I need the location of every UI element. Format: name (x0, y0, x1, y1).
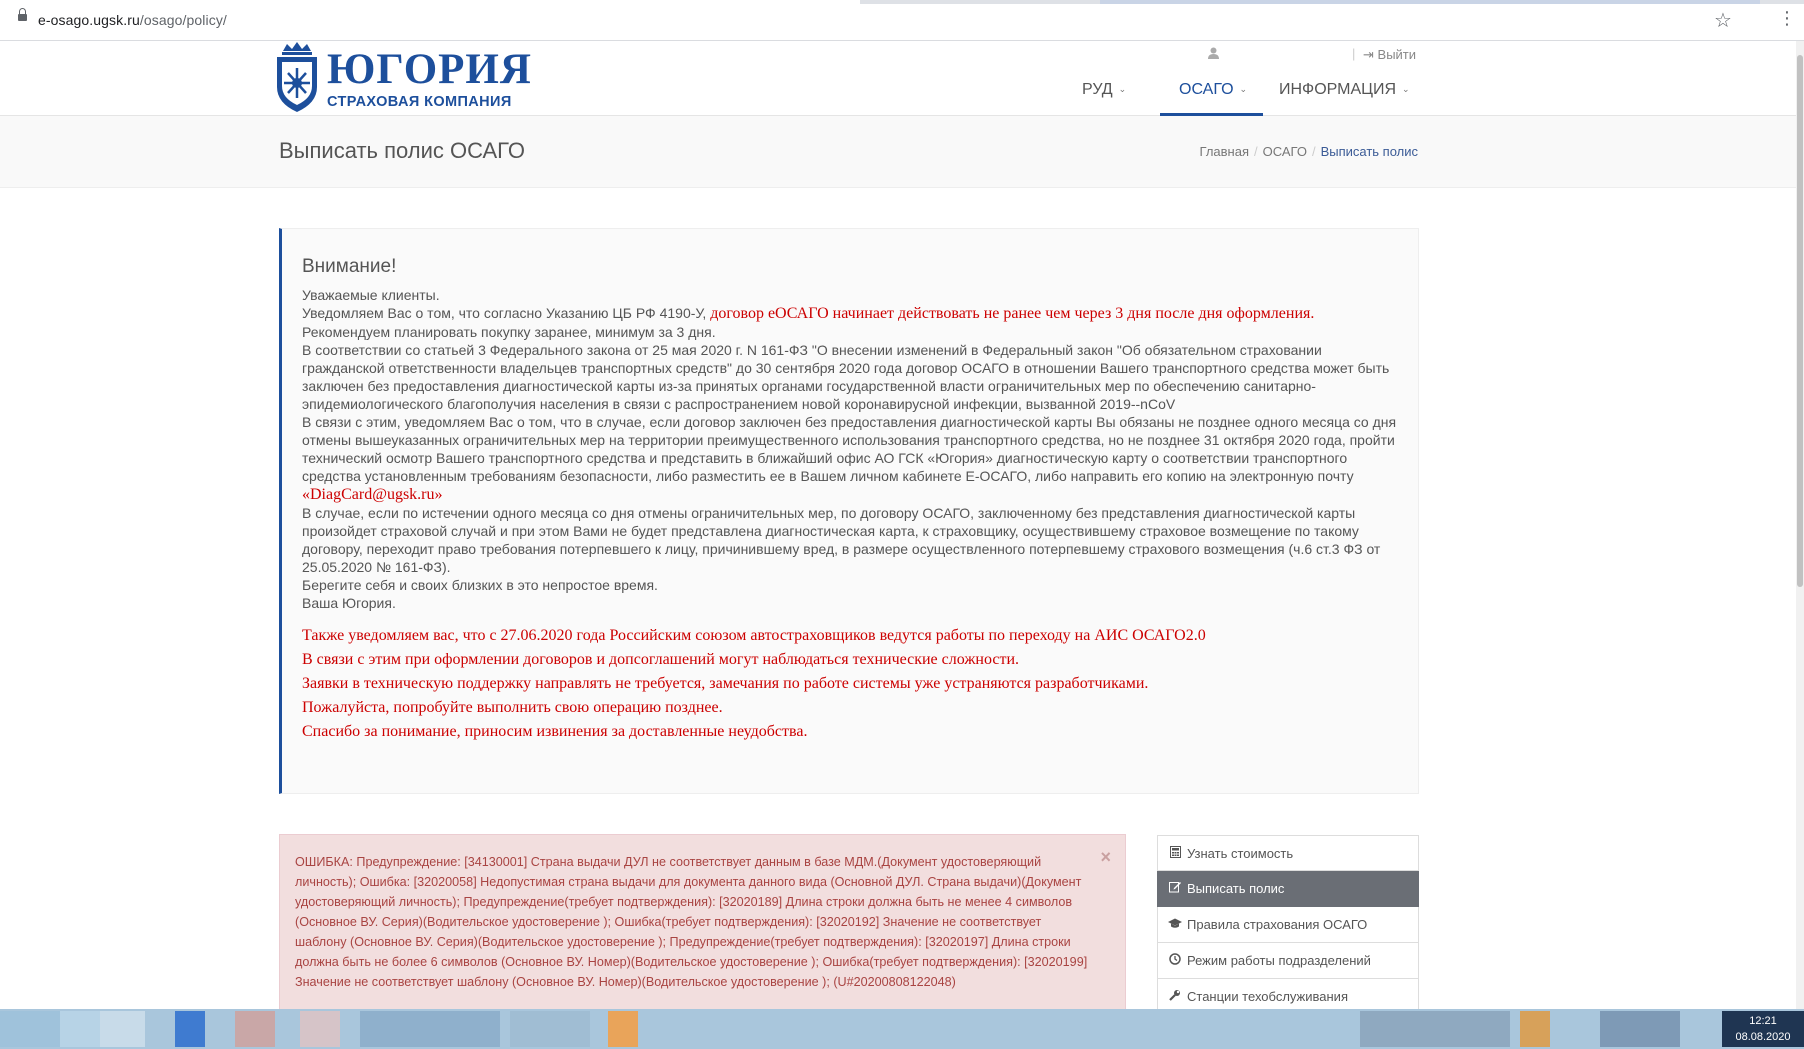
error-alert: ОШИБКА: Предупреждение: [34130001] Стран… (279, 834, 1126, 1014)
browser-address-bar: e-osago.ugsk.ru/osago/policy/ ☆ ⋮ (0, 0, 1804, 41)
url-path: /osago/policy/ (139, 12, 227, 28)
user-icon[interactable] (1208, 47, 1219, 59)
logout-button[interactable]: ⇥ Выйти (1363, 47, 1416, 63)
nav-item-osago[interactable]: ОСАГО ⌄ (1160, 69, 1264, 116)
side-menu: Узнать стоимость Выписать полис Правила … (1157, 835, 1419, 1015)
graduation-cap-icon (1168, 908, 1182, 943)
notice-red-line: Пожалуйста, попробуйте выполнить свою оп… (302, 699, 723, 716)
notice-line-1: Уведомляем Вас о том, что согласно Указа… (302, 304, 1402, 323)
edit-icon (1168, 872, 1182, 907)
clock-icon (1168, 944, 1182, 979)
brand-subtitle: СТРАХОВАЯ КОМПАНИЯ (327, 94, 512, 110)
notice-red-line: В связи с этим при оформлении договоров … (302, 651, 1020, 668)
notice-greeting: Уважаемые клиенты. (302, 287, 440, 303)
calculator-icon (1168, 837, 1182, 872)
close-icon[interactable]: × (1100, 847, 1111, 868)
url-field[interactable]: e-osago.ugsk.ru/osago/policy/ (38, 12, 227, 28)
sidemenu-item-issue-policy[interactable]: Выписать полис (1157, 871, 1419, 907)
nav-item-label: ИНФОРМАЦИЯ (1279, 81, 1397, 98)
notice-paragraph-3: В случае, если по истечении одного месяц… (302, 505, 1381, 575)
chevron-down-icon: ⌄ (1118, 84, 1127, 94)
notice-paragraph-1: В соответствии со статьей 3 Федерального… (302, 342, 1390, 412)
os-taskbar: 12:21 08.08.2020 (0, 1009, 1804, 1049)
sidemenu-item-calculate[interactable]: Узнать стоимость (1157, 835, 1419, 871)
breadcrumb-current: Выписать полис (1320, 144, 1418, 159)
taskbar-date: 08.08.2020 (1735, 1031, 1791, 1043)
taskbar-app[interactable] (1360, 1011, 1510, 1047)
logout-label: Выйти (1377, 47, 1417, 62)
sidemenu-item-label: Режим работы подразделений (1187, 953, 1371, 968)
sidemenu-item-label: Выписать полис (1187, 881, 1285, 896)
notice-heading: Внимание! (302, 256, 397, 277)
notice-red-line: Заявки в техническую поддержку направлят… (302, 675, 1149, 692)
page-scrollbar[interactable] (1796, 41, 1804, 1009)
taskbar-app[interactable] (100, 1011, 145, 1047)
notice-paragraph-4: Берегите себя и своих близких в это непр… (302, 577, 658, 593)
browser-menu-icon[interactable]: ⋮ (1778, 9, 1796, 27)
taskbar-app[interactable] (1520, 1011, 1550, 1047)
chevron-down-icon: ⌄ (1402, 84, 1410, 94)
taskbar-time: 12:21 (1749, 1015, 1777, 1027)
sidemenu-item-label: Станции техобслуживания (1187, 989, 1348, 1004)
lock-icon[interactable] (18, 8, 27, 21)
nav-item-label: ОСАГО (1179, 81, 1234, 98)
chevron-down-icon: ⌄ (1239, 84, 1248, 94)
taskbar-app[interactable] (60, 1011, 100, 1047)
site-logo[interactable]: ЮГОРИЯ СТРАХОВАЯ КОМПАНИЯ (272, 41, 532, 115)
error-message: ОШИБКА: Предупреждение: [34130001] Стран… (295, 855, 1088, 989)
breadcrumb-osago[interactable]: ОСАГО (1263, 144, 1307, 159)
breadcrumb: Главная / ОСАГО / Выписать полис (1200, 144, 1418, 159)
notice-red-block: Также уведомляем вас, что с 27.06.2020 г… (302, 624, 1402, 744)
notice-red-line: Также уведомляем вас, что с 27.06.2020 г… (302, 627, 1206, 644)
sidemenu-item-label: Правила страхования ОСАГО (1187, 917, 1368, 932)
page-title: Выписать полис ОСАГО (279, 138, 525, 163)
taskbar-app[interactable] (175, 1011, 205, 1047)
breadcrumb-home[interactable]: Главная (1200, 144, 1249, 159)
breadcrumb-separator: / (1254, 144, 1258, 159)
nav-item-rud[interactable]: РУД ⌄ (1082, 69, 1126, 113)
notice-paragraph-2: В связи с этим, уведомляем Вас о том, чт… (302, 413, 1402, 504)
browser-tab[interactable] (1100, 0, 1760, 4)
taskbar-app[interactable] (1600, 1011, 1680, 1047)
nav-item-label: РУД (1082, 81, 1113, 98)
shield-crown-icon (277, 42, 317, 112)
brand-name: ЮГОРИЯ (327, 46, 532, 93)
notice-paragraph-2-text: В связи с этим, уведомляем Вас о том, чт… (302, 414, 1397, 484)
page-title-bar: Выписать полис ОСАГО Главная / ОСАГО / Выпис… (0, 116, 1804, 188)
notice-line-1-text: Уведомляем Вас о том, что согласно Указа… (302, 305, 711, 321)
bookmark-star-icon[interactable]: ☆ (1714, 8, 1732, 33)
userbar-separator: | (1352, 46, 1356, 61)
notice-red-line: Спасибо за понимание, приносим извинения… (302, 723, 808, 740)
taskbar-app[interactable] (510, 1011, 590, 1047)
sidemenu-item-schedule[interactable]: Режим работы подразделений (1157, 943, 1419, 979)
notice-line-1-highlight: договор еОСАГО начинает действовать не р… (710, 305, 1315, 322)
taskbar-app[interactable] (300, 1011, 340, 1047)
sign-out-icon: ⇥ (1363, 47, 1374, 62)
nav-item-info[interactable]: ИНФОРМАЦИЯ ⌄ (1279, 69, 1410, 113)
sidemenu-item-label: Узнать стоимость (1187, 846, 1294, 861)
browser-tab-active[interactable] (0, 0, 860, 4)
taskbar-app[interactable] (360, 1011, 500, 1047)
breadcrumb-separator: / (1311, 144, 1316, 159)
taskbar-app[interactable] (235, 1011, 275, 1047)
taskbar-app[interactable] (0, 1011, 60, 1047)
url-host: e-osago.ugsk.ru (38, 12, 140, 28)
sidemenu-item-rules[interactable]: Правила страхования ОСАГО (1157, 907, 1419, 943)
notice-line-2: Рекомендуем планировать покупку заранее,… (302, 324, 716, 340)
notice-signature: Ваша Югория. (302, 595, 396, 611)
browser-tab-strip (0, 0, 1804, 4)
attention-notice: Внимание! Уважаемые клиенты. Уведомляем … (279, 228, 1419, 794)
site-header: ЮГОРИЯ СТРАХОВАЯ КОМПАНИЯ | ⇥ Выйти РУД ⌄… (0, 41, 1804, 116)
scrollbar-thumb[interactable] (1797, 55, 1803, 587)
taskbar-clock[interactable]: 12:21 08.08.2020 (1722, 1011, 1804, 1047)
diagcard-email-link[interactable]: «DiagCard@ugsk.ru» (302, 486, 443, 503)
taskbar-app[interactable] (608, 1011, 638, 1047)
